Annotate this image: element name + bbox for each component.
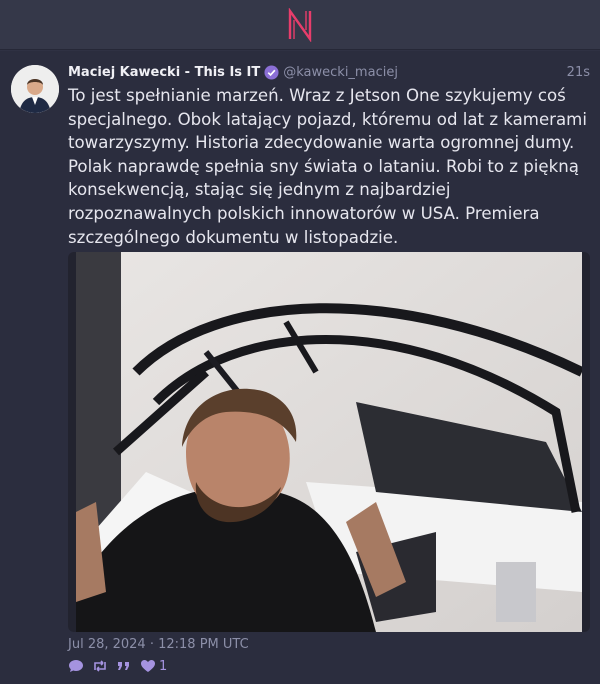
quote-icon — [118, 662, 129, 670]
reply-icon — [69, 660, 83, 672]
author-handle[interactable]: @kawecki_maciej — [283, 65, 398, 80]
post-header: Maciej Kawecki - This Is IT @kawecki_mac… — [68, 63, 590, 81]
post-time[interactable]: 21s — [567, 65, 590, 80]
post-date[interactable]: Jul 28, 2024 · 12:18 PM UTC — [68, 637, 249, 652]
reply-button[interactable] — [68, 659, 84, 673]
repost-icon — [94, 660, 106, 672]
n-logo-icon[interactable] — [285, 7, 315, 42]
like-button[interactable]: 1 — [140, 659, 167, 674]
verified-badge-icon — [264, 64, 279, 80]
post-text: To jest spełnianie marzeń. Wraz z Jetson… — [68, 86, 587, 247]
post-photo[interactable] — [76, 252, 582, 632]
post: Maciej Kawecki - This Is IT @kawecki_mac… — [0, 51, 600, 684]
quote-button[interactable] — [116, 659, 132, 673]
post-media[interactable] — [68, 252, 590, 632]
avatar[interactable] — [11, 65, 59, 113]
like-count: 1 — [159, 658, 168, 674]
heart-icon — [141, 660, 155, 672]
author-name[interactable]: Maciej Kawecki - This Is IT — [68, 65, 260, 80]
post-actions: 1 — [68, 657, 167, 675]
repost-button[interactable] — [92, 659, 108, 673]
top-bar — [0, 0, 600, 50]
